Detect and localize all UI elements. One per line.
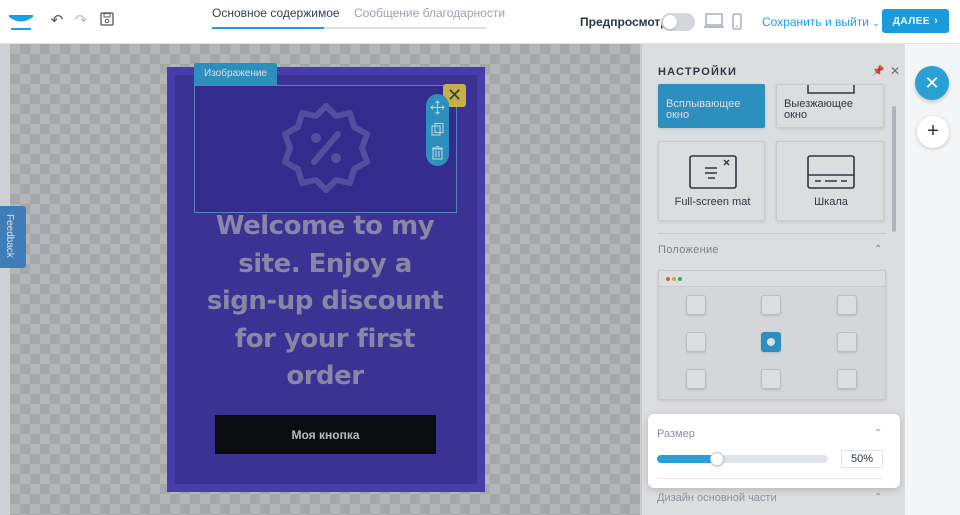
tab-thank-you[interactable]: Сообщение благодарности <box>354 6 505 20</box>
window-dot-icon <box>672 277 676 281</box>
pin-icon[interactable]: 📌 <box>872 66 884 77</box>
fullscreen-mat-icon <box>689 155 737 189</box>
layout-popup-card[interactable]: Всплывающее окно <box>658 84 765 128</box>
layout-popup-label: Всплывающее окно <box>666 98 741 121</box>
slide-in-window-icon <box>807 85 855 94</box>
feedback-tab[interactable]: Feedback <box>0 206 26 268</box>
save-and-exit-button[interactable]: Сохранить и выйти ⌄ <box>762 15 880 29</box>
size-slider-fill <box>657 455 717 463</box>
block-toolbar <box>426 94 449 166</box>
design-section-label: Дизайн основной части <box>657 492 777 504</box>
bar-layout-icon <box>807 155 855 189</box>
position-bottom-left[interactable] <box>686 369 706 389</box>
tab-main-underline <box>212 27 324 29</box>
size-slider-handle[interactable] <box>709 452 724 466</box>
panel-close-icon[interactable]: ✕ <box>890 64 900 78</box>
position-middle-left[interactable] <box>686 332 706 352</box>
undo-icon[interactable]: ↶ <box>48 12 66 30</box>
tab-thank-you-underline <box>324 27 486 29</box>
window-dot-icon <box>666 277 670 281</box>
size-section: Размер ⌃ 50% <box>648 414 900 488</box>
layout-slide-in-card[interactable]: Выезжающее окно <box>776 84 884 128</box>
preview-toggle[interactable] <box>661 13 695 31</box>
chevron-up-icon[interactable]: ⌃ <box>874 492 882 503</box>
position-middle-right[interactable] <box>837 332 857 352</box>
popup-headline[interactable]: Welcome to my site. Enjoy a sign-up disc… <box>200 208 450 396</box>
redo-icon[interactable]: ↷ <box>72 12 90 30</box>
position-bottom-center[interactable] <box>761 369 781 389</box>
top-bar: ↶ ↷ Основное содержимое Сообщение благод… <box>0 0 960 44</box>
size-slider[interactable] <box>657 452 828 466</box>
browser-bar <box>659 271 885 287</box>
logo-icon[interactable] <box>8 12 34 32</box>
divider <box>657 478 883 479</box>
save-and-exit-label: Сохранить и выйти <box>762 15 869 29</box>
layout-slide-in-label: Выезжающее окно <box>784 98 854 121</box>
duplicate-icon[interactable] <box>430 122 445 137</box>
next-button[interactable]: ДАЛЕЕ › <box>882 9 949 33</box>
image-block-label: Изображение <box>194 63 277 85</box>
size-input[interactable]: 50% <box>841 450 883 468</box>
chevron-down-icon: ⌄ <box>872 18 880 28</box>
panel-scrollbar[interactable] <box>892 106 896 232</box>
chevron-up-icon[interactable]: ⌃ <box>874 428 882 439</box>
add-block-button[interactable]: + <box>917 116 949 148</box>
feedback-label: Feedback <box>4 214 15 258</box>
right-rail <box>905 44 960 515</box>
trash-icon[interactable] <box>430 145 445 160</box>
chevron-up-icon[interactable]: ⌃ <box>874 244 882 255</box>
layout-fullscreen-card[interactable]: Full-screen mat <box>658 141 765 221</box>
preview-label: Предпросмотр <box>580 15 668 29</box>
position-bottom-right[interactable] <box>837 369 857 389</box>
layout-bar-label: Шкала <box>814 196 848 208</box>
next-button-label: ДАЛЕЕ <box>892 15 931 27</box>
desktop-icon[interactable] <box>704 13 724 29</box>
layout-fullscreen-label: Full-screen mat <box>674 196 751 208</box>
window-dot-icon <box>678 277 682 281</box>
position-section-label: Положение <box>658 244 719 256</box>
discount-badge-icon <box>282 103 370 193</box>
position-top-center[interactable] <box>761 295 781 315</box>
move-icon[interactable] <box>430 100 445 115</box>
toggle-knob <box>663 15 677 29</box>
position-picker <box>658 270 886 400</box>
size-section-label: Размер <box>657 428 695 440</box>
close-panel-button[interactable]: ✕ <box>915 66 949 100</box>
settings-title: НАСТРОЙКИ <box>658 66 738 78</box>
position-top-left[interactable] <box>686 295 706 315</box>
divider <box>658 233 886 234</box>
mobile-icon[interactable] <box>732 13 742 30</box>
tab-main-content[interactable]: Основное содержимое <box>212 6 340 20</box>
position-middle-center[interactable] <box>761 332 781 352</box>
save-icon[interactable] <box>98 12 116 30</box>
popup-cta-button[interactable]: Моя кнопка <box>215 415 436 454</box>
position-top-right[interactable] <box>837 295 857 315</box>
chevron-right-icon: › <box>934 15 939 27</box>
layout-bar-card[interactable]: Шкала <box>776 141 884 221</box>
